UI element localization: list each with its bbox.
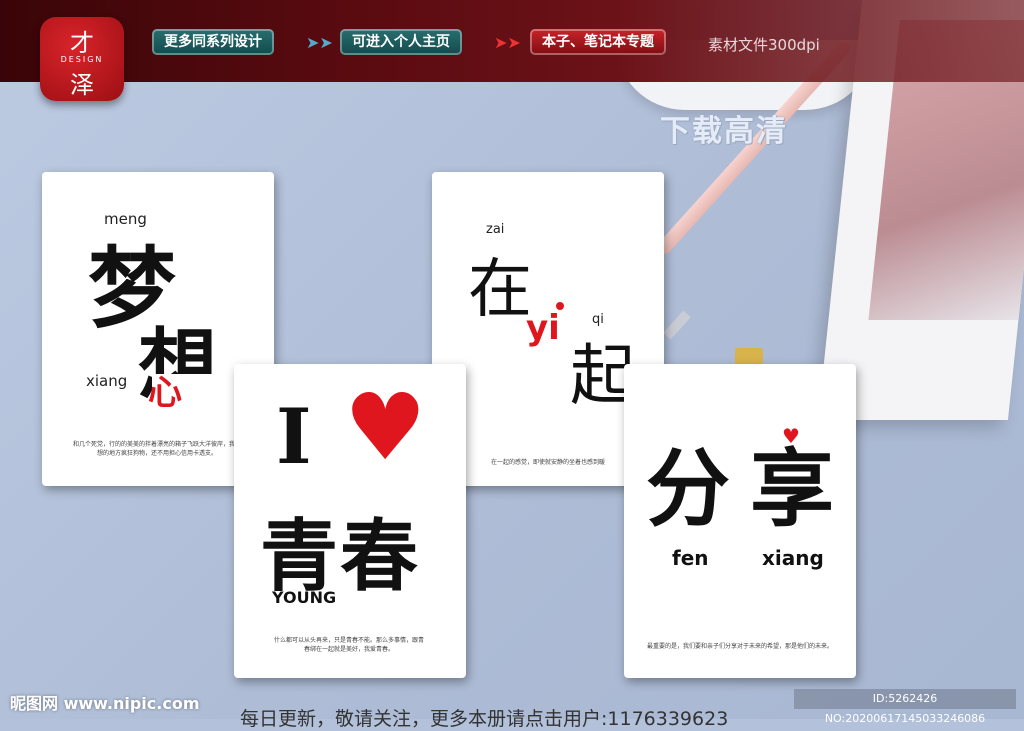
logo-design-text: DESIGN xyxy=(60,55,104,64)
more-series-button[interactable]: 更多同系列设计 xyxy=(152,29,274,55)
logo-top-char: 才 xyxy=(70,29,94,57)
card-caption: 最重要的是，我们要和亲子们分享对于未来的希望，那是他们的未来。 xyxy=(646,643,833,650)
card-caption: 在一起的感觉，即使就安静的坐着也感到暖 xyxy=(490,459,605,466)
pinyin-fen: fen xyxy=(672,546,709,570)
card-caption: 和几个死党，行的的美美的拌着漂亮的箱子飞跃大洋彼岸，我梦想的地方疯狂狗物，还不用… xyxy=(72,441,241,457)
arrow-icon: ➤➤ xyxy=(494,33,521,52)
download-hd-label[interactable]: 下载高清 xyxy=(660,106,788,150)
char-zai: 在 xyxy=(468,253,532,327)
notebook-card-youth: I ♥ 青春 YOUNG 什么都可以从头再来，只是青春不能。那么多事情，跟青春绑… xyxy=(234,364,466,678)
pinyin-xiang: xiang xyxy=(762,546,824,570)
pinyin-zai: zai xyxy=(486,222,505,237)
logo[interactable]: 才 DESIGN 泽 xyxy=(40,17,124,101)
personal-home-button[interactable]: 可进入个人主页 xyxy=(340,29,462,55)
pinyin-xiang: xiang xyxy=(86,372,128,390)
resolution-label: 素材文件300dpi xyxy=(708,36,820,54)
site-watermark: 昵图网 www.nipic.com xyxy=(10,694,200,713)
notebook-card-share: 分 ♥ 享 fen xiang 最重要的是，我们要和亲子们分享对于未来的希望，那… xyxy=(624,364,856,678)
logo-bottom-char: 泽 xyxy=(70,71,94,99)
notebook-topic-button[interactable]: 本子、笔记本专题 xyxy=(530,29,666,55)
char-fen: 分 xyxy=(646,439,731,538)
young-label: YOUNG xyxy=(272,588,337,607)
letter-i: I xyxy=(276,392,312,481)
heart-char-part: 心 xyxy=(148,373,182,413)
heart-icon: ♥ xyxy=(344,374,427,481)
footer-notice: 每日更新，敬请关注，更多本册请点击用户:1176339623 xyxy=(240,708,729,730)
arrow-icon: ➤➤ xyxy=(306,33,333,52)
pinyin-yi: yi xyxy=(526,308,560,348)
card-caption: 什么都可以从头再来，只是青春不能。那么多事情，跟青春绑在一起就是美好，我爱青春。 xyxy=(274,637,425,653)
image-id-watermark: ID:5262426 NO:20200617145033246086 xyxy=(794,689,1016,725)
char-xiang: 享 xyxy=(750,439,835,538)
